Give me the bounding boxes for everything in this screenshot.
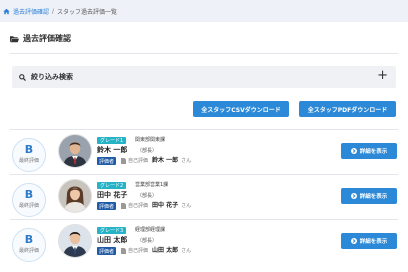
final-grade-letter: B: [24, 143, 34, 156]
final-grade-circle: B 最終評価: [12, 183, 46, 217]
staff-role: （部長）: [137, 238, 158, 244]
document-icon: [121, 248, 126, 254]
staff-photo: [59, 225, 91, 257]
page-title-text: 過去評価確認: [23, 34, 71, 43]
detail-label: 詳細を表示: [359, 239, 388, 245]
self-eval-label: 自己評価: [128, 248, 149, 254]
view-detail-button[interactable]: 詳細を表示: [341, 233, 397, 249]
folder-open-icon: [10, 35, 19, 42]
detail-label: 詳細を表示: [359, 194, 388, 200]
arrow-circle-right-icon: [350, 148, 357, 154]
home-icon[interactable]: [3, 8, 10, 15]
evaluator-name: 山田 太郎: [152, 247, 179, 254]
department-label: 関東部関東課: [135, 137, 166, 143]
final-grade-circle: B 最終評価: [12, 228, 46, 262]
breadcrumb: 過去評価確認 / スタッフ過去評価一覧: [0, 0, 408, 22]
filter-label: 絞り込み検索: [31, 73, 73, 81]
staff-card: B 最終評価 グレード2 営業部営業1課 田中 花子 （部長） 評価者 自己評価…: [0, 174, 408, 218]
staff-role: （部長）: [137, 148, 158, 154]
document-icon: [121, 203, 126, 209]
row-divider: [10, 129, 398, 130]
department-label: 営業部営業1課: [135, 182, 169, 188]
evaluator-badge: 評価者: [97, 247, 117, 255]
breadcrumb-link-past-eval[interactable]: 過去評価確認: [13, 7, 49, 16]
grade-badge: グレード3: [97, 227, 127, 234]
download-all-csv-button[interactable]: 全スタッフCSVダウンロード: [193, 101, 289, 117]
page-title: 過去評価確認: [10, 33, 71, 44]
evaluation-info: 自己評価 鈴木 一郎 さん: [121, 157, 191, 165]
final-grade-letter: B: [24, 188, 34, 201]
staff-card: B 最終評価 グレード3 経理部経理課 山田 太郎 （部長） 評価者 自己評価 …: [0, 219, 408, 263]
honorific: さん: [181, 158, 192, 164]
staff-card: B 最終評価 グレード1 関東部関東課 鈴木 一郎 （部長） 評価者 自己評価 …: [0, 129, 408, 173]
grade-badge: グレード2: [97, 182, 127, 189]
expand-plus-icon[interactable]: +: [377, 69, 388, 83]
row-divider: [10, 219, 398, 220]
final-grade-caption: 最終評価: [18, 158, 39, 164]
evaluator-badge: 評価者: [97, 202, 117, 210]
row-divider: [10, 174, 398, 175]
honorific: さん: [181, 203, 192, 209]
arrow-circle-right-icon: [350, 238, 357, 244]
arrow-circle-right-icon: [350, 193, 357, 199]
document-icon: [121, 158, 126, 164]
staff-name: 山田 太郎: [97, 236, 128, 244]
avatar: [58, 179, 92, 213]
staff-photo: [59, 135, 91, 167]
self-eval-label: 自己評価: [128, 203, 149, 209]
staff-name: 田中 花子: [97, 191, 128, 199]
department-label: 経理部経理課: [135, 227, 166, 233]
evaluator-badge: 評価者: [97, 157, 117, 165]
staff-role: （部長）: [137, 193, 158, 199]
detail-label: 詳細を表示: [359, 149, 388, 155]
staff-name: 鈴木 一郎: [97, 146, 128, 154]
staff-photo: [59, 180, 91, 212]
honorific: さん: [181, 248, 192, 254]
final-grade-caption: 最終評価: [18, 248, 39, 254]
self-eval-label: 自己評価: [128, 158, 149, 164]
breadcrumb-separator: /: [52, 7, 55, 15]
evaluator-name: 田中 花子: [152, 202, 179, 209]
title-divider: [10, 53, 398, 54]
grade-badge: グレード1: [97, 137, 127, 144]
final-grade-letter: B: [24, 233, 34, 246]
avatar: [58, 134, 92, 168]
avatar: [58, 224, 92, 258]
evaluator-name: 鈴木 一郎: [152, 157, 179, 164]
filter-panel-header[interactable]: 絞り込み検索 +: [12, 66, 396, 88]
final-grade-circle: B 最終評価: [12, 138, 46, 172]
final-grade-caption: 最終評価: [18, 203, 39, 209]
view-detail-button[interactable]: 詳細を表示: [341, 143, 397, 159]
evaluation-info: 自己評価 山田 太郎 さん: [121, 247, 191, 255]
search-icon: [19, 73, 26, 81]
view-detail-button[interactable]: 詳細を表示: [341, 188, 397, 204]
evaluation-info: 自己評価 田中 花子 さん: [121, 202, 191, 210]
download-all-pdf-button[interactable]: 全スタッフPDFダウンロード: [299, 101, 396, 117]
breadcrumb-current: スタッフ過去評価一覧: [57, 8, 118, 16]
